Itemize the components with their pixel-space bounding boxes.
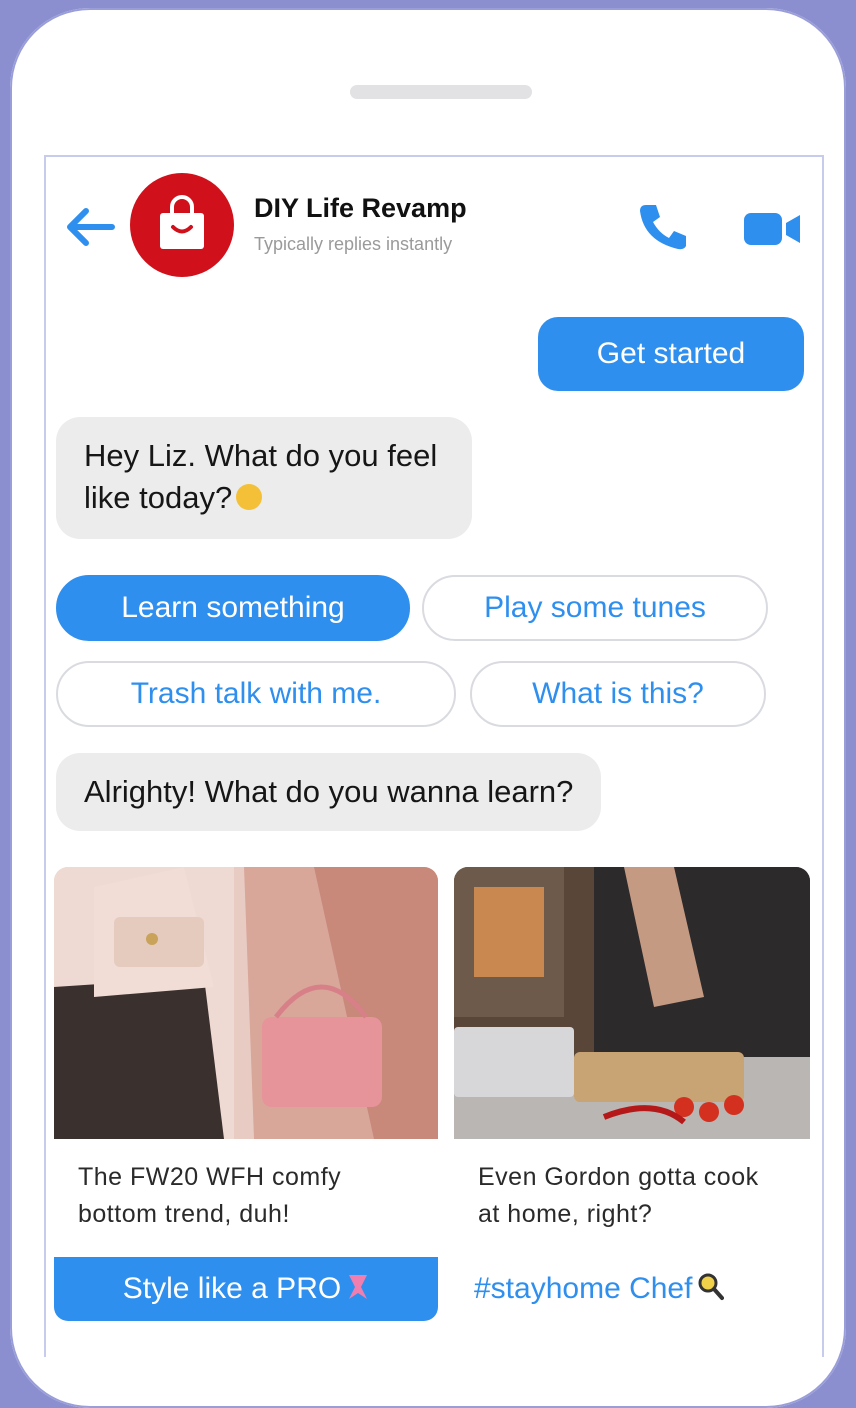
quick-reply-learn-something[interactable]: Learn something bbox=[56, 575, 410, 641]
chat-title: DIY Life Revamp bbox=[254, 193, 467, 223]
quick-reply-play-some-tunes[interactable]: Play some tunes bbox=[422, 575, 768, 641]
cooking-illustration bbox=[454, 867, 810, 1139]
chat-status: Typically replies instantly bbox=[254, 234, 453, 254]
stayhome-chef-button[interactable]: #stayhome Chef bbox=[454, 1257, 810, 1321]
cooking-photo bbox=[454, 867, 810, 1139]
stayhome-chef-label: #stayhome Chef bbox=[474, 1272, 693, 1305]
fashion-photo bbox=[54, 867, 438, 1139]
back-arrow-icon[interactable] bbox=[62, 205, 116, 249]
card-cooking-text: Even Gordon gotta cook at home, right? bbox=[478, 1163, 759, 1228]
carousel-card-cooking: Even Gordon gotta cook at home, right? #… bbox=[454, 867, 810, 1321]
bot-message-learn: Alrighty! What do you wanna learn? bbox=[56, 753, 602, 831]
phone-speaker bbox=[350, 85, 532, 99]
user-message-get-started: Get started bbox=[538, 317, 804, 391]
shopping-bag-icon bbox=[160, 195, 204, 249]
quick-reply-what-is-this[interactable]: What is this? bbox=[470, 661, 766, 727]
messenger-screen: DIY Life Revamp Typically replies instan… bbox=[44, 155, 824, 1357]
thinking-face-emoji-icon bbox=[236, 484, 263, 510]
bot-greeting-text: Hey Liz. What do you feel like today? bbox=[84, 438, 438, 515]
style-like-a-pro-label: Style like a PRO bbox=[122, 1272, 342, 1305]
style-like-a-pro-button[interactable]: Style like a PRO bbox=[54, 1257, 438, 1321]
avatar[interactable] bbox=[130, 173, 234, 277]
ribbon-icon bbox=[349, 1275, 368, 1299]
magnifier-icon bbox=[698, 1273, 725, 1300]
fashion-illustration bbox=[54, 867, 438, 1139]
carousel-card-fashion: The FW20 WFH comfy bottom trend, duh! St… bbox=[54, 867, 438, 1321]
card-fashion-text: The FW20 WFH comfy bottom trend, duh! bbox=[78, 1163, 342, 1228]
bot-message-greeting: Hey Liz. What do you feel like today? bbox=[56, 417, 472, 539]
video-camera-icon[interactable] bbox=[742, 211, 802, 247]
phone-icon[interactable] bbox=[636, 201, 688, 251]
quick-reply-trash-talk[interactable]: Trash talk with me. bbox=[56, 661, 456, 727]
